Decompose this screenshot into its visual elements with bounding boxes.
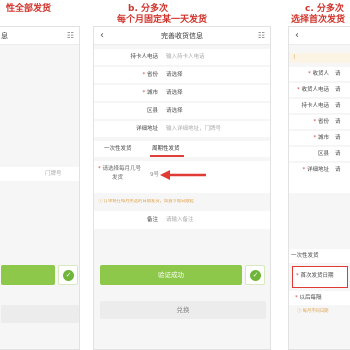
check-icon: ✓ bbox=[63, 270, 74, 281]
form-label: * 城市 bbox=[142, 90, 158, 96]
remark-label: 备注 bbox=[146, 217, 158, 223]
right-row-address[interactable]: * 详细地址 请 bbox=[289, 163, 350, 193]
tutorial-composite: 性全部发货 b. 分多次 每个月固定某一天发货 c. 分多次 选择首次发货 息 … bbox=[0, 0, 350, 350]
form-label: 持卡人电话 bbox=[130, 54, 158, 60]
right-row-city[interactable]: * 城市 请 bbox=[289, 131, 350, 145]
right-navbar: ‹ bbox=[289, 27, 350, 45]
tab-one-time[interactable]: 一次性发货 bbox=[104, 141, 132, 157]
right-row-receiver[interactable]: * 收货人 请 bbox=[289, 67, 350, 81]
left-phone-screen: 息 ☷ 门牌号 ✓ bbox=[0, 26, 80, 350]
right-tab-row: 一次性发货 bbox=[289, 249, 350, 263]
right-row-province[interactable]: * 省份 请 bbox=[289, 115, 350, 129]
form-label: * 省份 bbox=[142, 72, 158, 78]
form-value: 输入持卡人电话 bbox=[166, 54, 205, 60]
form-value: 请选择 bbox=[166, 72, 183, 78]
right-row-district[interactable]: 区县 请 bbox=[289, 147, 350, 161]
form-label: 区县 bbox=[146, 108, 158, 114]
right-phone-screen: ‹ ! * 收货人 请 * 收货人电话 请 持卡人电话 请 * 省份 请 * 城… bbox=[288, 26, 350, 350]
arrow-indicator bbox=[160, 170, 206, 180]
caption-middle-line2: 每个月固定某一天发货 bbox=[117, 15, 208, 25]
active-tab-underline bbox=[150, 155, 184, 157]
form-row-card-phone[interactable]: 持卡人电话 输入持卡人电话 bbox=[94, 49, 270, 65]
delivery-tabs: 一次性发货 周期性发货 bbox=[94, 141, 270, 157]
form-row-remark[interactable]: 备注 请输入备注 bbox=[94, 211, 270, 229]
left-submit-button[interactable] bbox=[1, 265, 55, 285]
more-icon[interactable]: ☷ bbox=[258, 31, 265, 41]
first-date-highlight[interactable]: * 首次发货日期 bbox=[292, 266, 348, 288]
back-chevron-icon[interactable]: ‹ bbox=[295, 30, 299, 41]
exchange-button[interactable]: 兑换 bbox=[100, 301, 266, 319]
verify-success-button[interactable]: 验证成功 bbox=[100, 265, 242, 285]
check-icon: ✓ bbox=[250, 270, 261, 281]
schedule-tip: ⓘ 订单将在每月所选的日期发货，如遇节假日顺延 bbox=[98, 199, 194, 204]
right-row-receiver-phone[interactable]: * 收货人电话 请 bbox=[289, 83, 350, 97]
right-row-cycle[interactable]: * 以后每隔 bbox=[289, 291, 350, 305]
verify-check-box: ✓ bbox=[245, 265, 265, 285]
remark-placeholder: 请输入备注 bbox=[166, 217, 194, 223]
form-value: 输入详细地址，门牌号 bbox=[166, 126, 222, 132]
middle-navbar: ‹ 完善收货信息 ☷ bbox=[94, 27, 270, 45]
notice-icon: ! bbox=[293, 54, 296, 61]
middle-phone-screen: ‹ 完善收货信息 ☷ 持卡人电话 输入持卡人电话 * 省份 请选择 * 城市 请… bbox=[93, 26, 271, 350]
left-address-row[interactable]: 门牌号 bbox=[0, 167, 79, 181]
right-tip: ⓘ 每月不同日期 bbox=[297, 309, 329, 314]
form-row-district[interactable]: 区县 请选择 bbox=[94, 103, 270, 119]
left-address-placeholder: 门牌号 bbox=[45, 171, 62, 177]
form-value: 请选择 bbox=[166, 90, 183, 96]
left-navbar: 息 ☷ bbox=[0, 27, 79, 45]
caption-left: 性全部发货 bbox=[6, 4, 52, 14]
first-date-label: 首次发货日期 bbox=[300, 273, 334, 279]
more-icon[interactable]: ☷ bbox=[67, 31, 74, 41]
right-tab-one-time[interactable]: 一次性发货 bbox=[291, 249, 319, 263]
left-nav-title: 息 bbox=[1, 32, 8, 40]
form-row-address[interactable]: 详细地址 输入详细地址，门牌号 bbox=[94, 121, 270, 137]
right-row-card-phone[interactable]: 持卡人电话 请 bbox=[289, 99, 350, 113]
form-row-province[interactable]: * 省份 请选择 bbox=[94, 67, 270, 83]
monthly-day-label: * 请选择每月几号 发货 bbox=[98, 166, 142, 181]
caption-right-line2: 选择首次发货 bbox=[291, 15, 346, 25]
left-check-box: ✓ bbox=[58, 265, 78, 285]
form-row-city[interactable]: * 城市 请选择 bbox=[94, 85, 270, 101]
form-value: 请选择 bbox=[166, 108, 183, 114]
right-notice-bar: ! bbox=[289, 53, 350, 63]
left-secondary-button[interactable] bbox=[1, 305, 79, 323]
middle-nav-title: 完善收货信息 bbox=[161, 32, 203, 40]
form-label: 详细地址 bbox=[135, 126, 158, 132]
